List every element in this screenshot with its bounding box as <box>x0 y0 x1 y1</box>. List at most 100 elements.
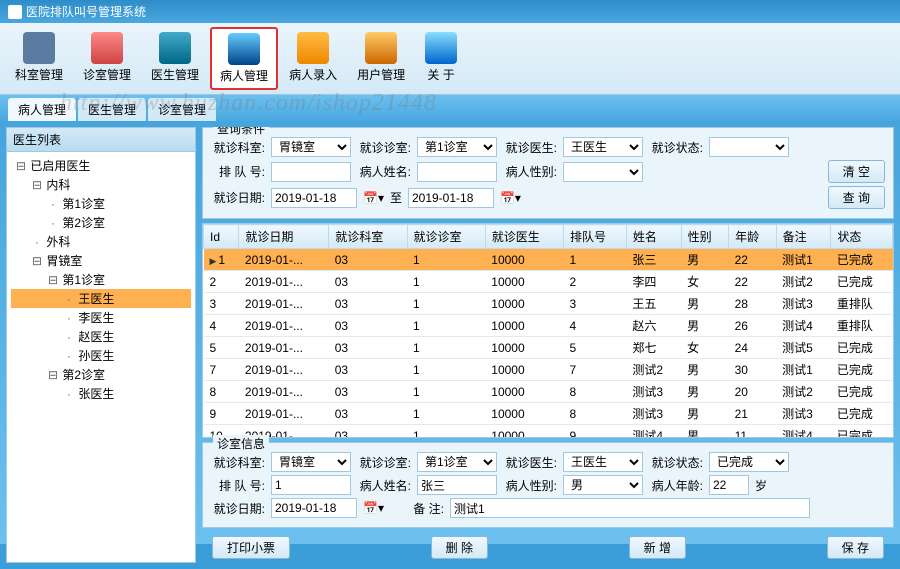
tree-node[interactable]: · 张医生 <box>11 384 191 403</box>
query-dept-select[interactable]: 胃镜室 <box>271 137 351 157</box>
result-table[interactable]: Id就诊日期就诊科室就诊诊室就诊医生排队号姓名性别年龄备注状态 12019-01… <box>203 224 893 438</box>
tree-node[interactable]: · 外科 <box>11 232 191 251</box>
calendar-icon[interactable]: 📅▾ <box>363 501 384 515</box>
expander-icon[interactable]: ⊟ <box>47 368 59 382</box>
expander-icon[interactable]: · <box>31 235 43 249</box>
doctor-tree[interactable]: ⊟ 已启用医生⊟ 内科· 第1诊室· 第2诊室· 外科⊟ 胃镜室⊟ 第1诊室· … <box>7 152 195 562</box>
tree-node[interactable]: · 孙医生 <box>11 346 191 365</box>
table-row[interactable]: 32019-01-...031100003王五男28测试3重排队 <box>204 293 893 315</box>
tree-node[interactable]: ⊟ 第1诊室 <box>11 270 191 289</box>
column-header[interactable]: 就诊日期 <box>239 225 329 249</box>
cell-q: 9 <box>564 425 627 439</box>
tree-node[interactable]: ⊟ 胃镜室 <box>11 251 191 270</box>
column-header[interactable]: 性别 <box>681 225 728 249</box>
tree-node[interactable]: ⊟ 内科 <box>11 175 191 194</box>
calendar-icon[interactable]: 📅▾ <box>363 191 384 205</box>
toolbar-病人管理[interactable]: 病人管理 <box>210 27 278 90</box>
toolbar-医生管理[interactable]: 医生管理 <box>142 27 208 90</box>
tree-node[interactable]: ⊟ 已启用医生 <box>11 156 191 175</box>
toolbar-科室管理[interactable]: 科室管理 <box>6 27 72 90</box>
d-queue[interactable] <box>271 475 351 495</box>
d-room[interactable]: 第1诊室 <box>417 452 497 472</box>
table-row[interactable]: 42019-01-...031100004赵六男26测试4重排队 <box>204 315 893 337</box>
query-date-from[interactable] <box>271 188 357 208</box>
print-button[interactable]: 打印小票 <box>212 536 290 559</box>
column-header[interactable]: 排队号 <box>564 225 627 249</box>
expander-icon[interactable]: · <box>63 311 75 325</box>
cell-dept: 03 <box>329 315 407 337</box>
expander-icon[interactable]: ⊟ <box>31 254 43 268</box>
d-name[interactable] <box>417 475 497 495</box>
tree-node[interactable]: · 第2诊室 <box>11 213 191 232</box>
column-header[interactable]: Id <box>204 225 239 249</box>
save-button[interactable]: 保 存 <box>827 536 884 559</box>
column-header[interactable]: 备注 <box>776 225 831 249</box>
toolbar-病人录入[interactable]: 病人录入 <box>280 27 346 90</box>
table-row[interactable]: 12019-01-...031100001张三男22测试1已完成 <box>204 249 893 271</box>
d-dept[interactable]: 胃镜室 <box>271 452 351 472</box>
query-doctor-select[interactable]: 王医生 <box>563 137 643 157</box>
d-status[interactable]: 已完成 <box>709 452 789 472</box>
cell-age: 28 <box>729 293 776 315</box>
tree-node[interactable]: ⊟ 第2诊室 <box>11 365 191 384</box>
d-age[interactable] <box>709 475 749 495</box>
tab-strip: 病人管理医生管理诊室管理 <box>0 95 900 121</box>
column-header[interactable]: 就诊科室 <box>329 225 407 249</box>
expander-icon[interactable]: · <box>63 387 75 401</box>
toolbar-用户管理[interactable]: 用户管理 <box>348 27 414 90</box>
tree-node[interactable]: · 赵医生 <box>11 327 191 346</box>
d-note[interactable] <box>450 498 810 518</box>
expander-icon[interactable]: ⊟ <box>15 159 27 173</box>
column-header[interactable]: 就诊诊室 <box>407 225 485 249</box>
toolbar-关 于[interactable]: 关 于 <box>416 27 466 90</box>
query-gender-select[interactable] <box>563 162 643 182</box>
column-header[interactable]: 年龄 <box>729 225 776 249</box>
search-button[interactable]: 查 询 <box>828 186 885 209</box>
cell-id: 4 <box>204 315 239 337</box>
table-row[interactable]: 22019-01-...031100002李四女22测试2已完成 <box>204 271 893 293</box>
table-row[interactable]: 92019-01-...031100008测试3男21测试3已完成 <box>204 403 893 425</box>
expander-icon[interactable]: · <box>47 197 59 211</box>
query-date-to[interactable] <box>408 188 494 208</box>
d-gender[interactable]: 男 <box>563 475 643 495</box>
column-header[interactable]: 就诊医生 <box>485 225 563 249</box>
expander-icon[interactable]: ⊟ <box>47 273 59 287</box>
d-date[interactable] <box>271 498 357 518</box>
add-button[interactable]: 新 增 <box>629 536 686 559</box>
table-row[interactable]: 82019-01-...031100008测试3男20测试2已完成 <box>204 381 893 403</box>
cell-q: 5 <box>564 337 627 359</box>
tab-病人管理[interactable]: 病人管理 <box>8 98 76 121</box>
column-header[interactable]: 状态 <box>831 225 893 249</box>
expander-icon[interactable]: · <box>47 216 59 230</box>
cell-q: 1 <box>564 249 627 271</box>
d-doctor[interactable]: 王医生 <box>563 452 643 472</box>
expander-icon[interactable]: ⊟ <box>31 178 43 192</box>
column-header[interactable]: 姓名 <box>626 225 681 249</box>
table-row[interactable]: 102019-01-...031100009测试4男11测试4已完成 <box>204 425 893 439</box>
expander-icon[interactable]: · <box>63 330 75 344</box>
delete-button[interactable]: 删 除 <box>431 536 488 559</box>
cell-doctor: 10000 <box>485 315 563 337</box>
table-row[interactable]: 72019-01-...031100007测试2男30测试1已完成 <box>204 359 893 381</box>
main-toolbar: 科室管理诊室管理医生管理病人管理病人录入用户管理关 于 <box>0 23 900 95</box>
cell-room: 1 <box>407 337 485 359</box>
query-name-input[interactable] <box>417 162 497 182</box>
tab-诊室管理[interactable]: 诊室管理 <box>148 98 216 121</box>
cell-doctor: 10000 <box>485 359 563 381</box>
d-label-gender: 病人性别: <box>503 477 557 494</box>
clear-button[interactable]: 清 空 <box>828 160 885 183</box>
query-status-select[interactable] <box>709 137 789 157</box>
cell-note: 测试3 <box>776 403 831 425</box>
tree-node[interactable]: · 第1诊室 <box>11 194 191 213</box>
result-table-wrap[interactable]: Id就诊日期就诊科室就诊诊室就诊医生排队号姓名性别年龄备注状态 12019-01… <box>202 223 894 438</box>
table-row[interactable]: 52019-01-...031100005郑七女24测试5已完成 <box>204 337 893 359</box>
calendar-icon[interactable]: 📅▾ <box>500 191 521 205</box>
expander-icon[interactable]: · <box>63 349 75 363</box>
query-room-select[interactable]: 第1诊室 <box>417 137 497 157</box>
tree-node[interactable]: · 王医生 <box>11 289 191 308</box>
tree-node[interactable]: · 李医生 <box>11 308 191 327</box>
query-queue-input[interactable] <box>271 162 351 182</box>
toolbar-诊室管理[interactable]: 诊室管理 <box>74 27 140 90</box>
tab-医生管理[interactable]: 医生管理 <box>78 98 146 121</box>
expander-icon[interactable]: · <box>63 292 75 306</box>
